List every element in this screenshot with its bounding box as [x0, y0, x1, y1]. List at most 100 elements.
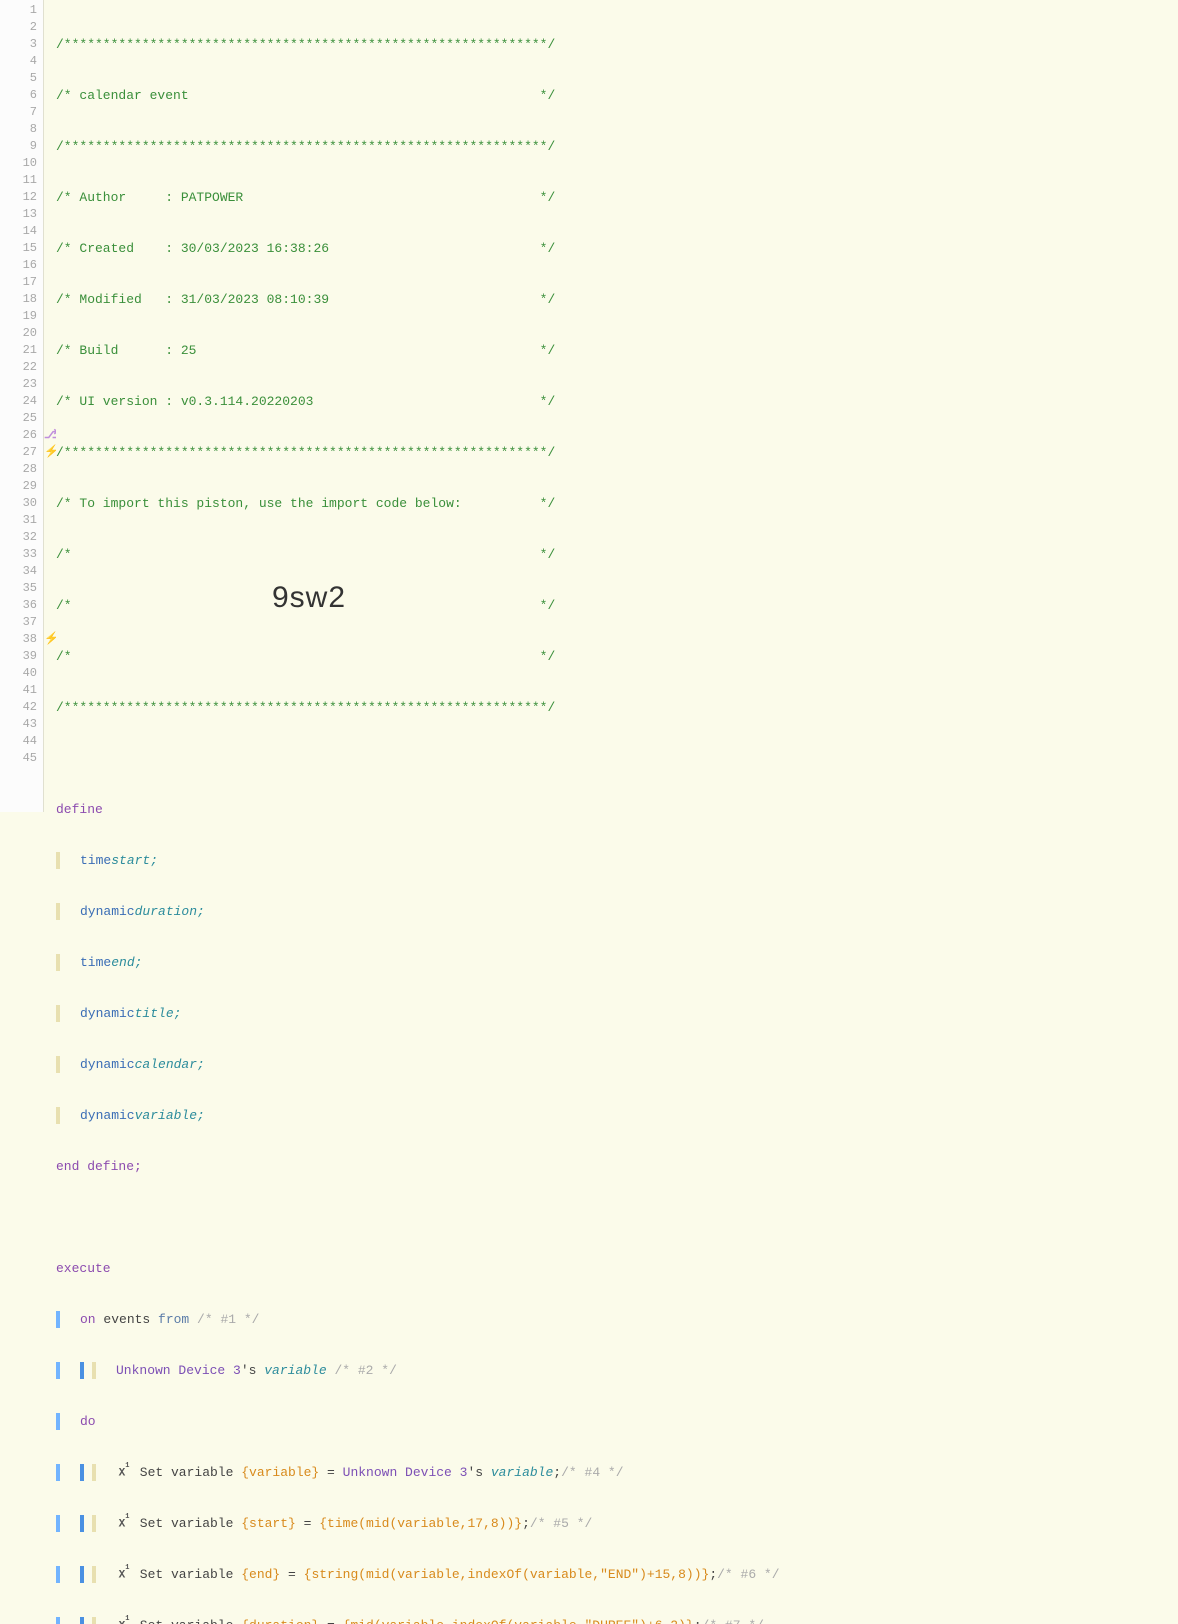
line-num: 32 [0, 529, 37, 546]
comment-num: /* #2 */ [327, 1362, 397, 1379]
keyword-on: on [80, 1311, 96, 1328]
line-num: 45 [0, 750, 37, 767]
line-num: 3 [0, 36, 37, 53]
line-num: 44 [0, 733, 37, 750]
line-num: 12 [0, 189, 37, 206]
line-num: 17 [0, 274, 37, 291]
line-num: 23 [0, 376, 37, 393]
var-calendar: calendar; [135, 1056, 205, 1073]
line-num: 39 [0, 648, 37, 665]
line-num: 8 [0, 121, 37, 138]
line-num: 24 [0, 393, 37, 410]
expr: {time(mid(variable,17,8))} [319, 1515, 522, 1532]
var-title: title; [135, 1005, 182, 1022]
type-dynamic: dynamic [80, 1107, 135, 1124]
comment: /* */ [56, 648, 555, 665]
bolt-icon: ⚡ [44, 631, 56, 648]
bolt-icon: ⚡ [44, 444, 56, 461]
line-num: 7 [0, 104, 37, 121]
line-num: 4 [0, 53, 37, 70]
line-num: 30 [0, 495, 37, 512]
type-time: time [80, 852, 111, 869]
line-num: 33 [0, 546, 37, 563]
line-num: 38 [0, 631, 37, 648]
keyword-define: define [56, 801, 103, 818]
annotation-column: ⎇ ⚡ ⚡ [44, 0, 56, 812]
code-area[interactable]: /***************************************… [56, 0, 1178, 812]
var-target: {duration} [241, 1617, 319, 1624]
comment: /* Build : 25 */ [56, 342, 555, 359]
line-number-gutter: 1 2 3 4 5 6 7 8 9 10 11 12 13 14 15 16 1… [0, 0, 44, 812]
comment-num: /* #6 */ [717, 1566, 779, 1583]
keyword-do: do [80, 1413, 96, 1430]
line-num: 1 [0, 2, 37, 19]
comment-num: /* #7 */ [702, 1617, 764, 1624]
line-num: 10 [0, 155, 37, 172]
comment: /***************************************… [56, 36, 555, 53]
line-num: 16 [0, 257, 37, 274]
code-editor: 1 2 3 4 5 6 7 8 9 10 11 12 13 14 15 16 1… [0, 0, 1178, 812]
line-num: 2 [0, 19, 37, 36]
line-num: 34 [0, 563, 37, 580]
comment: /* Created : 30/03/2023 16:38:26 */ [56, 240, 555, 257]
line-num: 28 [0, 461, 37, 478]
comment: /* */ [56, 546, 555, 563]
branch-icon: ⎇ [44, 427, 56, 444]
comment: /***************************************… [56, 699, 555, 716]
keyword-execute: execute [56, 1260, 111, 1277]
line-num: 37 [0, 614, 37, 631]
variable-icon: X1 [116, 1615, 132, 1624]
line-num: 29 [0, 478, 37, 495]
line-num: 26 [0, 427, 37, 444]
type-dynamic: dynamic [80, 1005, 135, 1022]
type-dynamic: dynamic [80, 1056, 135, 1073]
line-num: 22 [0, 359, 37, 376]
var-end: end; [111, 954, 142, 971]
line-num: 20 [0, 325, 37, 342]
comment: /* Author : PATPOWER */ [56, 189, 555, 206]
type-time: time [80, 954, 111, 971]
line-num: 41 [0, 682, 37, 699]
attr-variable: variable [264, 1362, 326, 1379]
line-num: 15 [0, 240, 37, 257]
line-num: 43 [0, 716, 37, 733]
keyword-end-define: end define; [56, 1158, 142, 1175]
comment: /***************************************… [56, 138, 555, 155]
comment: /* To import this piston, use the import… [56, 495, 555, 512]
var-target: {start} [241, 1515, 296, 1532]
line-num: 11 [0, 172, 37, 189]
type-dynamic: dynamic [80, 903, 135, 920]
expr: {string(mid(variable,indexOf(variable,"E… [304, 1566, 710, 1583]
line-num: 36 [0, 597, 37, 614]
line-num: 31 [0, 512, 37, 529]
line-num: 42 [0, 699, 37, 716]
line-num: 19 [0, 308, 37, 325]
line-num: 14 [0, 223, 37, 240]
line-num: 35 [0, 580, 37, 597]
expr: {mid(variable,indexOf(variable,"DUREE")+… [343, 1617, 694, 1624]
device-name: Unknown Device 3 [116, 1362, 241, 1379]
comment: /* Modified : 31/03/2023 08:10:39 */ [56, 291, 555, 308]
comment: /* calendar event */ [56, 87, 555, 104]
line-num: 6 [0, 87, 37, 104]
line-num: 25 [0, 410, 37, 427]
variable-icon: X1 [116, 1564, 132, 1585]
line-num: 5 [0, 70, 37, 87]
comment-num: /* #4 */ [561, 1464, 623, 1481]
var-target: {variable} [241, 1464, 319, 1481]
comment: /***************************************… [56, 444, 555, 461]
var-variable: variable; [135, 1107, 205, 1124]
variable-icon: X1 [116, 1513, 132, 1534]
variable-icon: X1 [116, 1462, 132, 1483]
line-num: 13 [0, 206, 37, 223]
line-num: 9 [0, 138, 37, 155]
var-duration: duration; [135, 903, 205, 920]
keyword-from: from [158, 1311, 189, 1328]
line-num: 40 [0, 665, 37, 682]
line-num: 21 [0, 342, 37, 359]
line-num: 27 [0, 444, 37, 461]
comment-num: /* #5 */ [530, 1515, 592, 1532]
var-start: start; [111, 852, 158, 869]
var-target: {end} [241, 1566, 280, 1583]
comment-num: /* #1 */ [189, 1311, 259, 1328]
